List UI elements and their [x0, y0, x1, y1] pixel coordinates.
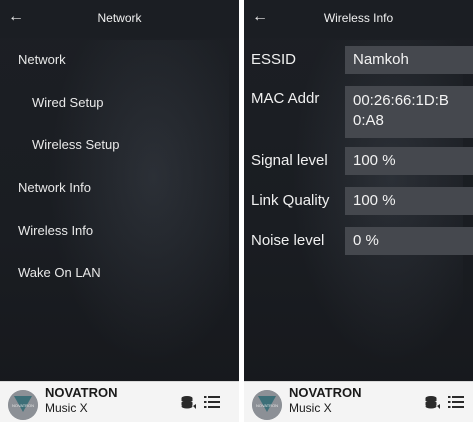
database-speaker-icon[interactable]	[425, 395, 443, 411]
page-title: Network	[97, 11, 142, 25]
model-name: Music X	[45, 401, 88, 415]
info-label: Noise level	[251, 232, 325, 249]
brand-name: NOVATRON	[289, 385, 362, 400]
model-name: Music X	[289, 401, 332, 415]
info-value-essid: Namkoh	[345, 46, 473, 74]
info-value-signal: 100 %	[345, 147, 473, 175]
menu-item-wired-setup[interactable]: Wired Setup	[32, 90, 231, 116]
list-menu-icon[interactable]	[448, 395, 464, 409]
mac-line-1: 00:26:66:1D:B	[353, 92, 449, 109]
info-row-mac: MAC Addr 00:26:66:1D:B 0:A8	[244, 86, 473, 138]
wireless-info-screen: ← Wireless Info ESSID Namkoh MAC Addr 00…	[244, 0, 473, 422]
wireless-info-header: ← Wireless Info	[244, 0, 473, 38]
info-row-essid: ESSID Namkoh	[244, 46, 473, 74]
player-footer: NOVATRON NOVATRON Music X	[244, 381, 473, 422]
info-row-link-quality: Link Quality 100 %	[244, 187, 473, 215]
info-value-noise: 0 %	[345, 227, 473, 255]
page-title: Wireless Info	[323, 11, 394, 25]
logo-wordmark: NOVATRON	[12, 403, 34, 408]
brand-name: NOVATRON	[45, 385, 118, 400]
info-value-mac: 00:26:66:1D:B 0:A8	[345, 86, 473, 138]
database-speaker-icon[interactable]	[181, 395, 199, 411]
list-menu-icon[interactable]	[204, 395, 220, 409]
novatron-logo: NOVATRON	[252, 390, 282, 420]
network-header: ← Network	[0, 0, 239, 38]
menu-item-network[interactable]: Network	[18, 47, 231, 73]
network-screen: ← Network Network Wired Setup Wireless S…	[0, 0, 239, 422]
info-label: ESSID	[251, 51, 297, 68]
mac-line-2: 0:A8	[353, 112, 384, 129]
info-value-link-quality: 100 %	[345, 187, 473, 215]
menu-item-wake-on-lan[interactable]: Wake On LAN	[18, 260, 231, 286]
info-label: MAC Addr	[251, 90, 320, 107]
info-row-noise: Noise level 0 %	[244, 227, 473, 255]
logo-wordmark: NOVATRON	[256, 403, 278, 408]
info-label: Link Quality	[251, 192, 330, 209]
menu-item-wireless-setup[interactable]: Wireless Setup	[32, 132, 231, 158]
menu-item-wireless-info[interactable]: Wireless Info	[18, 218, 231, 244]
info-label: Signal level	[251, 152, 328, 169]
novatron-logo: NOVATRON	[8, 390, 38, 420]
player-footer: NOVATRON NOVATRON Music X	[0, 381, 239, 422]
menu-item-network-info[interactable]: Network Info	[18, 175, 231, 201]
info-row-signal: Signal level 100 %	[244, 147, 473, 175]
